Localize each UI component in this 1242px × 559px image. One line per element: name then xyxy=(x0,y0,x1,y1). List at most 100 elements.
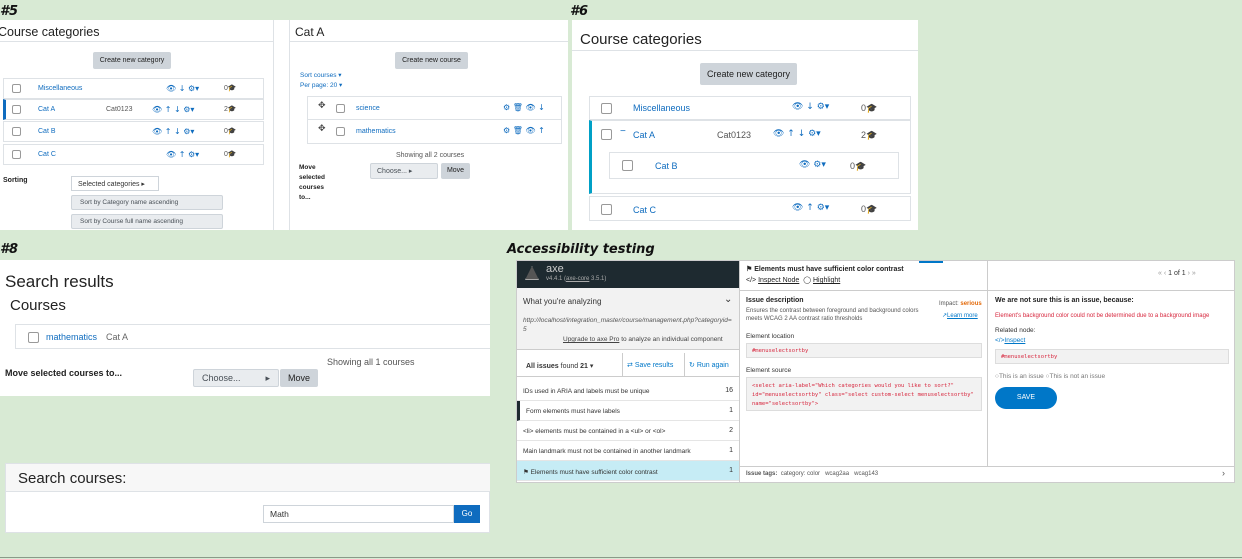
sort-course-select[interactable]: Sort by Course full name ascending xyxy=(71,214,223,229)
eye-icon[interactable]: 👁 ↑ ⚙▾ xyxy=(166,150,199,159)
create-course-button[interactable]: Create new course xyxy=(395,52,468,69)
category-row[interactable]: Cat B 👁 ↑ ↓ ⚙▾ 0🎓 xyxy=(3,121,264,142)
upgrade-link[interactable]: Upgrade to axe Pro xyxy=(563,336,619,343)
move-category-select[interactable]: Choose... ▸ xyxy=(370,163,438,179)
category-link[interactable]: Cat A xyxy=(38,106,55,113)
checkbox[interactable] xyxy=(12,105,21,114)
issue-item[interactable]: Main landmark must not be contained in a… xyxy=(517,441,739,461)
category-row[interactable]: Cat B 👁 ⚙▾ 0🎓 xyxy=(609,152,899,179)
move-category-select[interactable]: Choose... ▸ xyxy=(193,369,279,387)
category-link[interactable]: Miscellaneous xyxy=(633,103,690,113)
category-row[interactable]: Miscellaneous 👁 ↓ ⚙▾ 0🎓 xyxy=(589,96,911,120)
flag-icon: ⚑ xyxy=(746,266,753,273)
pager[interactable]: « ‹ 1 of 1 › » xyxy=(1158,270,1196,277)
issue-item-selected[interactable]: ⚑ Elements must have sufficient color co… xyxy=(517,461,739,481)
learn-more-link[interactable]: ↗Learn more xyxy=(942,312,978,319)
course-list: ✥ science ⚙ 🗑 👁 ↓ ✥ mathematics ⚙ 🗑 👁 ↑ xyxy=(307,96,562,144)
eye-icon[interactable]: 👁 ↑ ⚙▾ xyxy=(792,203,829,213)
chevron-down-icon[interactable]: ⌄ xyxy=(724,294,732,305)
course-link[interactable]: science xyxy=(356,105,380,112)
category-row[interactable]: Cat C 👁 ↑ ⚙▾ 0🎓 xyxy=(3,144,264,165)
issue-item[interactable]: <li> elements must be contained in a <ul… xyxy=(517,421,739,441)
category-row[interactable]: Miscellaneous 👁 ↓ ⚙▾ 0🎓 xyxy=(3,78,264,99)
eye-icon[interactable]: 👁 ↓ ⚙▾ xyxy=(792,102,829,112)
analyzed-url: http://localhost/integration_master/cour… xyxy=(523,317,732,333)
inspect-node-button[interactable]: </> Inspect Node xyxy=(746,277,799,284)
issues-toolbar: All issues found 21 ▾ ⇄ Save results ↻ R… xyxy=(517,353,739,377)
showing-count: Showing all 1 courses xyxy=(327,357,415,367)
category-link[interactable]: Miscellaneous xyxy=(38,85,82,92)
move-button[interactable]: Move xyxy=(441,163,470,179)
unsure-reason: Element's background color could not be … xyxy=(995,313,1210,319)
category-row[interactable]: Cat C 👁 ↑ ⚙▾ 0🎓 xyxy=(589,196,911,221)
settings-icon[interactable]: ⚙ 🗑 👁 ↑ xyxy=(503,126,545,135)
settings-icon[interactable]: ⚙ 🗑 👁 ↓ xyxy=(503,103,545,112)
checkbox[interactable] xyxy=(12,84,21,93)
this-is-an-issue-radio[interactable]: ○This is an issue xyxy=(995,373,1044,380)
section-label-8: #8 xyxy=(0,242,19,257)
section-label-6: #6 xyxy=(570,4,589,19)
move-button[interactable]: Move xyxy=(280,369,318,387)
sort-select[interactable]: Selected categories ▸ xyxy=(71,176,159,191)
save-results-button[interactable]: ⇄ Save results xyxy=(627,361,673,369)
course-row[interactable]: ✥ science ⚙ 🗑 👁 ↓ xyxy=(308,97,561,120)
axe-logo: axe xyxy=(546,263,564,275)
element-location: #menuselectsortby xyxy=(746,343,982,358)
checkbox[interactable] xyxy=(601,204,612,215)
courses-heading: Courses xyxy=(10,297,66,314)
eye-icon[interactable]: 👁 ⚙▾ xyxy=(799,160,826,170)
element-location-heading: Element location xyxy=(746,333,795,340)
category-row-expanded[interactable]: − Cat A Cat0123 👁 ↑ ↓ ⚙▾ 2🎓 Cat B 👁 ⚙▾ 0… xyxy=(589,120,911,194)
checkbox[interactable] xyxy=(12,127,21,136)
run-again-button[interactable]: ↻ Run again xyxy=(689,361,729,369)
course-category: Cat A xyxy=(106,332,129,342)
course-row[interactable]: ✥ mathematics ⚙ 🗑 👁 ↑ xyxy=(308,120,561,143)
graduation-cap-icon: 🎓 xyxy=(866,204,878,214)
move-icon[interactable]: ✥ xyxy=(318,101,326,111)
axe-core-link[interactable]: axe-core xyxy=(566,276,589,282)
sort-courses-dropdown[interactable]: Sort courses ▾ xyxy=(300,71,342,79)
category-link[interactable]: Cat B xyxy=(655,161,678,171)
eye-icon[interactable]: 👁 ↑ ↓ ⚙▾ xyxy=(152,105,194,114)
axe-logo-icon xyxy=(525,266,539,280)
collapse-icon[interactable]: − xyxy=(620,126,626,137)
course-link[interactable]: mathematics xyxy=(46,332,97,342)
eye-icon[interactable]: 👁 ↓ ⚙▾ xyxy=(166,84,199,93)
search-heading: Search courses: xyxy=(18,470,127,487)
save-button[interactable]: SAVE xyxy=(995,387,1057,409)
checkbox[interactable] xyxy=(336,127,345,136)
category-row[interactable]: Cat A Cat0123 👁 ↑ ↓ ⚙▾ 2🎓 xyxy=(3,99,264,120)
category-link[interactable]: Cat B xyxy=(38,128,56,135)
eye-icon[interactable]: 👁 ↑ ↓ ⚙▾ xyxy=(152,127,194,136)
issue-item[interactable]: Form elements must have labels 1 xyxy=(517,401,739,421)
category-link[interactable]: Cat A xyxy=(633,130,655,140)
search-input[interactable]: Math xyxy=(263,505,454,523)
create-category-button[interactable]: Create new category xyxy=(93,52,171,69)
graduation-cap-icon: 🎓 xyxy=(227,151,237,158)
checkbox[interactable] xyxy=(12,150,21,159)
checkbox[interactable] xyxy=(336,104,345,113)
element-source-heading: Element source xyxy=(746,367,792,374)
inspect-button[interactable]: </>Inspect xyxy=(995,337,1025,344)
eye-icon[interactable]: 👁 ↑ ↓ ⚙▾ xyxy=(773,129,821,139)
chevron-right-icon[interactable]: › xyxy=(1222,468,1225,478)
move-icon[interactable]: ✥ xyxy=(318,124,326,134)
checkbox[interactable] xyxy=(601,129,612,140)
category-link[interactable]: Cat C xyxy=(38,151,56,158)
issue-item[interactable]: IDs used in ARIA and labels must be uniq… xyxy=(517,381,739,401)
bottom-divider xyxy=(0,557,1242,558)
create-category-button[interactable]: Create new category xyxy=(700,63,797,85)
checkbox[interactable] xyxy=(622,160,633,171)
checkbox[interactable] xyxy=(28,332,39,343)
per-page-dropdown[interactable]: Per page: 20 ▾ xyxy=(300,81,342,89)
course-row[interactable]: mathematics Cat A xyxy=(15,324,490,349)
not-an-issue-radio[interactable]: ○This is not an issue xyxy=(1046,373,1106,380)
page-title: Course categories xyxy=(0,25,100,39)
category-link[interactable]: Cat C xyxy=(633,205,656,215)
go-button[interactable]: Go xyxy=(454,505,480,523)
issue-tags: Issue tags: category: color wcag2aa wcag… xyxy=(746,471,879,477)
sort-category-select[interactable]: Sort by Category name ascending xyxy=(71,195,223,210)
highlight-button[interactable]: ◯ Highlight xyxy=(803,277,840,284)
checkbox[interactable] xyxy=(601,103,612,114)
course-link[interactable]: mathematics xyxy=(356,128,396,135)
